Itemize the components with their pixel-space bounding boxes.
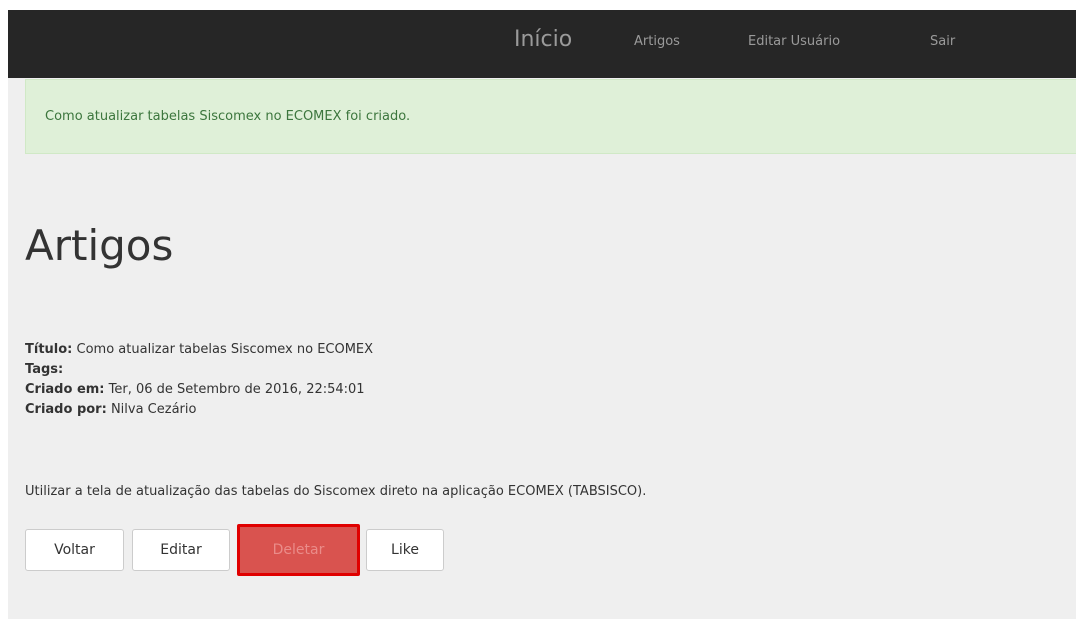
article-created-by-row: Criado por: Nilva Cezário bbox=[25, 400, 373, 420]
article-created-by-value: Nilva Cezário bbox=[110, 402, 197, 417]
article-created-at-value: Ter, 06 de Setembro de 2016, 22:54:01 bbox=[108, 382, 365, 397]
article-created-by-label: Criado por: bbox=[25, 402, 107, 417]
back-button[interactable]: Voltar bbox=[25, 529, 124, 571]
article-tags-row: Tags: bbox=[25, 360, 373, 380]
page-title: Artigos bbox=[25, 221, 174, 270]
article-created-at-label: Criado em: bbox=[25, 382, 105, 397]
page-frame: Início Artigos Editar Usuário Sair Como … bbox=[8, 10, 1076, 619]
article-body: Utilizar a tela de atualização das tabel… bbox=[25, 484, 647, 499]
article-title-label: Título: bbox=[25, 342, 73, 357]
article-title-value: Como atualizar tabelas Siscomex no ECOME… bbox=[76, 342, 374, 357]
article-meta: Título: Como atualizar tabelas Siscomex … bbox=[25, 340, 373, 420]
nav-brand-link[interactable]: Início bbox=[514, 27, 572, 52]
like-button[interactable]: Like bbox=[366, 529, 444, 571]
nav-link-sair[interactable]: Sair bbox=[930, 34, 955, 49]
top-navbar: Início Artigos Editar Usuário Sair bbox=[8, 10, 1076, 78]
success-alert: Como atualizar tabelas Siscomex no ECOME… bbox=[25, 79, 1076, 154]
nav-link-artigos[interactable]: Artigos bbox=[634, 34, 680, 49]
article-created-at-row: Criado em: Ter, 06 de Setembro de 2016, … bbox=[25, 380, 373, 400]
article-title-row: Título: Como atualizar tabelas Siscomex … bbox=[25, 340, 373, 360]
edit-button[interactable]: Editar bbox=[132, 529, 230, 571]
delete-button[interactable]: Deletar bbox=[237, 524, 360, 576]
nav-link-editar-usuario[interactable]: Editar Usuário bbox=[748, 34, 840, 49]
alert-message: Como atualizar tabelas Siscomex no ECOME… bbox=[45, 109, 411, 124]
article-tags-label: Tags: bbox=[25, 362, 64, 377]
